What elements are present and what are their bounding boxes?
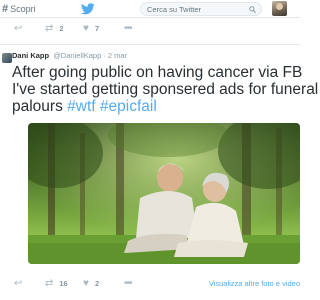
tweet-line-1: After going public on having cancer via …: [12, 64, 303, 81]
photo-illustration: [28, 123, 300, 264]
hashtag-icon: #: [2, 3, 9, 15]
top-navigation-bar: # Scopri Cerca su Twitter: [0, 0, 300, 18]
retweet-icon: ⇄: [45, 23, 54, 34]
view-more-media-link[interactable]: Visualizza altre foto e video: [209, 279, 300, 288]
more-icon: •••: [124, 23, 132, 34]
like-button[interactable]: ♥ 7: [83, 23, 99, 34]
tweet-line-3: palours #wtf #epicfail: [12, 98, 300, 115]
tweet-like-button[interactable]: ♥ 2: [83, 278, 99, 289]
tweet-text: After going public on having cancer via …: [12, 64, 319, 115]
previous-tweet-actions: ↩ ⇄ 2 ♥ 7 •••: [0, 20, 300, 38]
tweet-author-name[interactable]: Dani Kapp: [12, 51, 49, 60]
retweet-count: 2: [59, 24, 64, 33]
nav-discover[interactable]: # Scopri: [2, 2, 36, 16]
search-icon[interactable]: [249, 6, 256, 13]
more-button[interactable]: •••: [124, 23, 138, 34]
user-avatar[interactable]: [272, 1, 287, 16]
tweet-author-handle[interactable]: @DaniellKapp · 2 mar: [53, 51, 127, 60]
retweet-button[interactable]: ⇄ 2: [45, 23, 64, 34]
like-count: 7: [94, 24, 100, 33]
tweet-retweet-button[interactable]: ⇄ 16: [45, 278, 68, 289]
tweet-retweet-count: 16: [59, 279, 68, 288]
hashtag-wtf[interactable]: #wtf: [67, 98, 95, 115]
reply-icon: ↩: [14, 278, 23, 289]
tweet-reply-button[interactable]: ↩: [14, 278, 28, 289]
tweet-line-2: I've started getting sponsered ads for f…: [12, 81, 319, 98]
heart-icon: ♥: [83, 23, 89, 34]
nav-discover-label: Scopri: [10, 4, 36, 14]
retweet-icon: ⇄: [45, 278, 54, 289]
tweet-line-3-text: palours: [12, 98, 68, 115]
tweet-like-count: 2: [94, 279, 100, 288]
reply-button[interactable]: ↩: [14, 23, 28, 34]
search-input[interactable]: Cerca su Twitter: [140, 2, 262, 16]
more-icon: •••: [124, 278, 132, 289]
tweet-author-avatar[interactable]: [2, 53, 12, 63]
tweet-more-button[interactable]: •••: [124, 278, 138, 289]
search-placeholder: Cerca su Twitter: [147, 4, 202, 14]
reply-icon: ↩: [14, 23, 23, 34]
tweet-photo[interactable]: [28, 123, 300, 264]
twitter-bird-icon[interactable]: [81, 3, 95, 15]
tweet-divider: [0, 44, 300, 45]
tweet-header: Dani Kapp @DaniellKapp · 2 mar: [12, 51, 127, 60]
heart-icon: ♥: [83, 278, 89, 289]
hashtag-epicfail[interactable]: #epicfail: [100, 98, 157, 115]
avatar-face: [276, 3, 283, 10]
